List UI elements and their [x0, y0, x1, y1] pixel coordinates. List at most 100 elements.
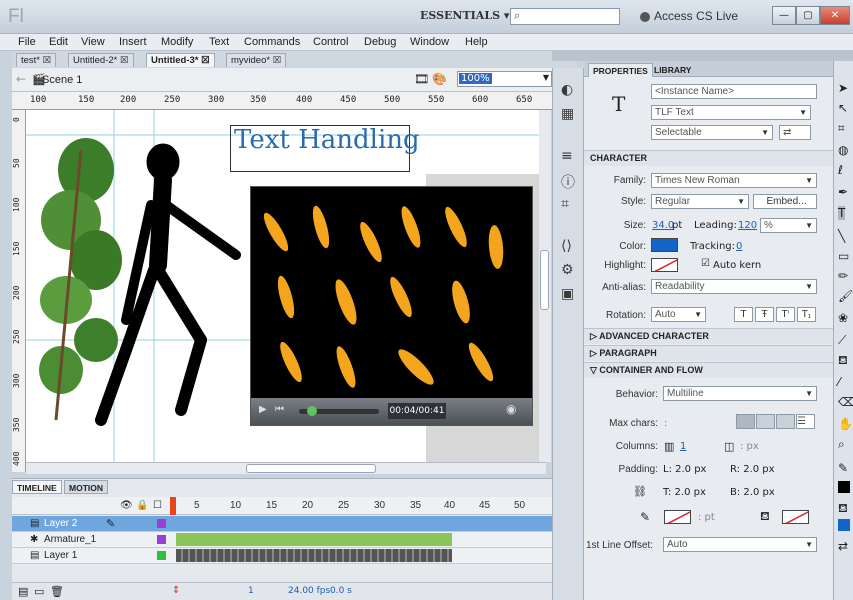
menu-modify[interactable]: Modify [161, 36, 193, 48]
tracking-value[interactable]: 0 [736, 241, 742, 252]
selection-tool-icon[interactable]: ➤ [838, 81, 848, 95]
antialias-select[interactable]: Readability [651, 279, 817, 294]
maximize-button[interactable]: ▢ [796, 6, 820, 25]
instance-name-input[interactable]: <Instance Name> [651, 84, 817, 99]
selectable-select[interactable]: Selectable [651, 125, 773, 140]
swatches-icon[interactable]: ▦ [561, 106, 574, 122]
frame-span[interactable] [176, 533, 452, 546]
embed-button[interactable]: Embed... [753, 194, 817, 209]
section-container-flow[interactable]: ▽ CONTAINER AND FLOW [584, 362, 833, 378]
components-icon[interactable]: ⚙ [561, 262, 574, 278]
edit-scene-icon[interactable]: 🎞 [414, 72, 429, 86]
font-style-select[interactable]: Regular [651, 194, 749, 209]
padding-right[interactable]: R: 2.0 px [730, 464, 775, 475]
menu-help[interactable]: Help [465, 36, 488, 48]
strikethrough-button[interactable]: Ŧ [755, 307, 774, 322]
stroke-color-chip[interactable] [838, 481, 850, 493]
tab-untitled-3[interactable]: Untitled-3* ☒ [146, 53, 215, 67]
playhead[interactable] [170, 497, 176, 515]
rectangle-tool-icon[interactable]: ▭ [838, 249, 849, 263]
workspace-switcher[interactable]: ESSENTIALS ▾ [420, 9, 509, 22]
stroke-size[interactable]: : pt [698, 512, 715, 523]
leading-unit-select[interactable]: % [760, 218, 817, 233]
scrollbar-thumb[interactable] [246, 464, 376, 473]
lasso-icon[interactable]: ℓ [838, 163, 843, 177]
font-size-value[interactable]: 34.0 [652, 220, 674, 231]
layer-color-swatch[interactable] [157, 519, 166, 528]
transform-icon[interactable]: ⌗ [561, 196, 569, 212]
stroke-color-icon[interactable]: ✎ [838, 461, 848, 475]
volume-icon[interactable]: ◉ [506, 402, 516, 416]
lock-icon[interactable]: 🔒 [136, 500, 148, 511]
stage-text-field[interactable]: Text Handling [234, 125, 420, 155]
video-player[interactable] [250, 186, 533, 426]
text-color-swatch[interactable] [651, 238, 678, 252]
bone-tool-icon[interactable]: ⟋ [838, 333, 846, 348]
section-character[interactable]: CHARACTER [584, 150, 833, 166]
3d-rotation-icon[interactable]: ◍ [838, 143, 848, 157]
menu-control[interactable]: Control [313, 36, 348, 48]
layer-row-layer-1[interactable]: ▤ Layer 1 [12, 548, 552, 564]
edit-symbol-icon[interactable]: 🎨 [432, 72, 447, 86]
tab-properties[interactable]: PROPERTIES [588, 63, 653, 77]
offset-select[interactable]: Auto [663, 537, 817, 552]
behavior-select[interactable]: Multiline [663, 386, 817, 401]
padding-bottom[interactable]: B: 2.0 px [730, 487, 775, 498]
color-icon[interactable]: ◐ [561, 82, 573, 98]
hand-tool-icon[interactable]: ✋ [838, 417, 853, 431]
menu-edit[interactable]: Edit [49, 36, 68, 48]
deco-tool-icon[interactable]: ❀ [838, 311, 848, 325]
code-snippets-icon[interactable]: ⟨⟩ [561, 238, 572, 254]
align-top-button[interactable] [736, 414, 755, 429]
search-input[interactable] [510, 8, 620, 25]
tab-test[interactable]: test* ☒ [16, 53, 57, 67]
font-family-select[interactable]: Times New Roman [651, 173, 817, 188]
frame-span[interactable] [176, 517, 452, 530]
swap-colors-icon[interactable]: ⇄ [838, 539, 848, 553]
leading-value[interactable]: 120 [738, 220, 757, 231]
menu-window[interactable]: Window [410, 36, 449, 48]
new-folder-icon[interactable]: ▭ [34, 585, 44, 598]
seek-bar[interactable] [299, 406, 379, 416]
fps-value[interactable]: 24.00 fps [288, 586, 330, 596]
orientation-button[interactable]: ⇄ [779, 125, 811, 140]
motion-presets-icon[interactable]: ▣ [561, 286, 574, 302]
eyedropper-icon[interactable]: ⁄ [838, 375, 840, 389]
zoom-select[interactable]: 100% ▼ [457, 71, 552, 87]
menu-file[interactable]: File [18, 36, 36, 48]
cs-live-button[interactable]: Access CS Live [654, 9, 738, 23]
pen-icon[interactable]: ✒ [838, 185, 848, 199]
tab-motion-editor[interactable]: MOTION EDITOR [64, 480, 108, 507]
section-advanced-character[interactable]: ▷ ADVANCED CHARACTER [584, 328, 833, 344]
outline-icon[interactable]: ☐ [153, 500, 162, 511]
back-arrow-icon[interactable]: ← [16, 72, 26, 86]
layer-row-layer-2[interactable]: ▤ Layer 2 ✎ [12, 516, 552, 532]
menu-insert[interactable]: Insert [119, 36, 147, 48]
section-paragraph[interactable]: ▷ PARAGRAPH [584, 345, 833, 361]
fill-color-chip[interactable] [838, 519, 850, 531]
stroke-color-swatch[interactable] [664, 510, 691, 524]
tab-untitled-2[interactable]: Untitled-2* ☒ [68, 53, 134, 67]
zoom-tool-icon[interactable]: ⌕ [838, 437, 845, 452]
text-type-select[interactable]: TLF Text [651, 105, 811, 120]
eye-icon[interactable]: 👁 [120, 500, 133, 511]
gutter-value[interactable]: : px [740, 441, 759, 452]
columns-value[interactable]: 1 [680, 441, 686, 452]
subselection-tool-icon[interactable]: ↖ [838, 101, 848, 115]
rotation-select[interactable]: Auto [651, 307, 706, 322]
layer-color-swatch[interactable] [157, 551, 166, 560]
link-padding-icon[interactable]: ⛓ [633, 485, 647, 498]
free-transform-icon[interactable]: ⌗ [838, 121, 845, 136]
tab-timeline[interactable]: TIMELINE [12, 480, 62, 494]
subscript-button[interactable]: T₁ [797, 307, 816, 322]
padding-left[interactable]: L: 2.0 px [663, 464, 706, 475]
fill-color-swatch[interactable] [782, 510, 809, 524]
menu-commands[interactable]: Commands [244, 36, 300, 48]
tab-library[interactable]: LIBRARY [650, 63, 695, 77]
maxchars-value[interactable]: : [664, 418, 667, 429]
underline-button[interactable]: T [734, 307, 753, 322]
pencil-tool-icon[interactable]: ✏ [838, 269, 848, 283]
seek-handle[interactable] [307, 406, 317, 416]
checkbox-checked-icon[interactable]: ☑ [701, 258, 710, 269]
delete-icon[interactable]: 🗑 [50, 585, 64, 598]
